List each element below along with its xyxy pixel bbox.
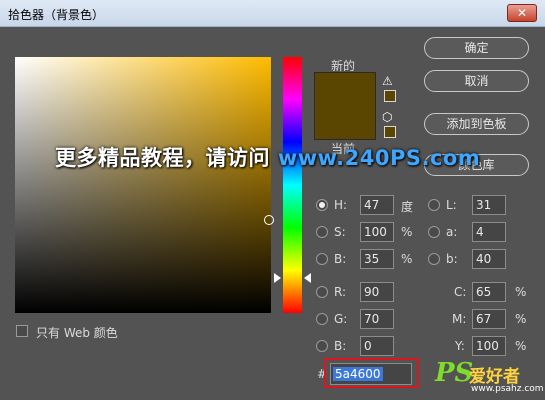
blue-label: B: — [334, 339, 347, 353]
m-unit: % — [515, 312, 527, 326]
window-title: 拾色器（背景色） — [8, 8, 105, 22]
color-field[interactable] — [15, 57, 271, 313]
new-color-swatch — [314, 72, 376, 140]
logo-url: www.psahz.com — [471, 384, 544, 394]
radio-a[interactable] — [428, 226, 440, 238]
radio-l[interactable] — [428, 199, 440, 211]
r-input[interactable]: 90 — [360, 282, 394, 302]
radio-r[interactable] — [316, 286, 328, 298]
b-label: B: — [334, 252, 347, 266]
y-label: Y: — [455, 339, 465, 353]
a-label: a: — [446, 225, 458, 239]
l-input[interactable]: 31 — [472, 195, 506, 215]
web-colors-only-checkbox[interactable] — [16, 325, 28, 337]
watermark-text: 更多精品教程，请访问 — [55, 146, 278, 170]
close-button[interactable]: ✕ — [507, 4, 537, 22]
close-icon: ✕ — [516, 6, 528, 20]
l-label: L: — [446, 198, 457, 212]
radio-h[interactable] — [316, 199, 328, 211]
gamut-color-swatch[interactable] — [384, 90, 396, 102]
radio-s[interactable] — [316, 226, 328, 238]
m-input[interactable]: 67 — [472, 309, 506, 329]
hue-slider-right-handle[interactable] — [304, 273, 311, 283]
hue-slider-left-handle[interactable] — [274, 273, 281, 283]
web-safe-warning-icon[interactable]: ⬡ — [382, 110, 392, 124]
m-label: M: — [452, 312, 467, 326]
h-label: H: — [334, 198, 348, 212]
watermark-banner: 更多精品教程，请访问 www.240PS.com — [55, 142, 480, 172]
web-safe-color-swatch[interactable] — [384, 126, 396, 138]
y-unit: % — [515, 339, 527, 353]
c-unit: % — [515, 285, 527, 299]
s-unit: % — [401, 225, 413, 239]
g-label: G: — [334, 312, 348, 326]
web-colors-only-label: 只有 Web 颜色 — [36, 326, 118, 340]
b-unit: % — [401, 252, 413, 266]
watermark-url: www.240PS.com — [277, 146, 481, 170]
y-input[interactable]: 100 — [472, 336, 506, 356]
logo-ps-text: PS — [435, 358, 474, 388]
s-input[interactable]: 100 — [360, 222, 394, 242]
radio-lab-b[interactable] — [428, 253, 440, 265]
out-of-gamut-warning-icon[interactable]: ⚠ — [382, 74, 393, 88]
b-input[interactable]: 35 — [360, 249, 394, 269]
site-logo: PS 爱好者 www.psahz.com — [435, 358, 544, 398]
color-field-cursor[interactable] — [264, 215, 274, 225]
blue-input[interactable]: 0 — [360, 336, 394, 356]
title-bar: 拾色器（背景色） ✕ — [0, 0, 545, 27]
cancel-button[interactable]: 取消 — [424, 70, 529, 92]
lab-b-input[interactable]: 40 — [472, 249, 506, 269]
s-label: S: — [334, 225, 346, 239]
radio-g[interactable] — [316, 313, 328, 325]
h-input[interactable]: 47 — [360, 195, 394, 215]
hex-highlight-box — [324, 358, 419, 388]
g-input[interactable]: 70 — [360, 309, 394, 329]
h-unit: 度 — [401, 200, 414, 214]
r-label: R: — [334, 285, 347, 299]
lab-b-label: b: — [446, 252, 458, 266]
hue-slider[interactable] — [283, 57, 302, 313]
add-to-swatches-button[interactable]: 添加到色板 — [424, 113, 529, 135]
ok-button[interactable]: 确定 — [424, 37, 529, 59]
a-input[interactable]: 4 — [472, 222, 506, 242]
c-label: C: — [454, 285, 467, 299]
radio-blue[interactable] — [316, 340, 328, 352]
c-input[interactable]: 65 — [472, 282, 506, 302]
radio-b[interactable] — [316, 253, 328, 265]
